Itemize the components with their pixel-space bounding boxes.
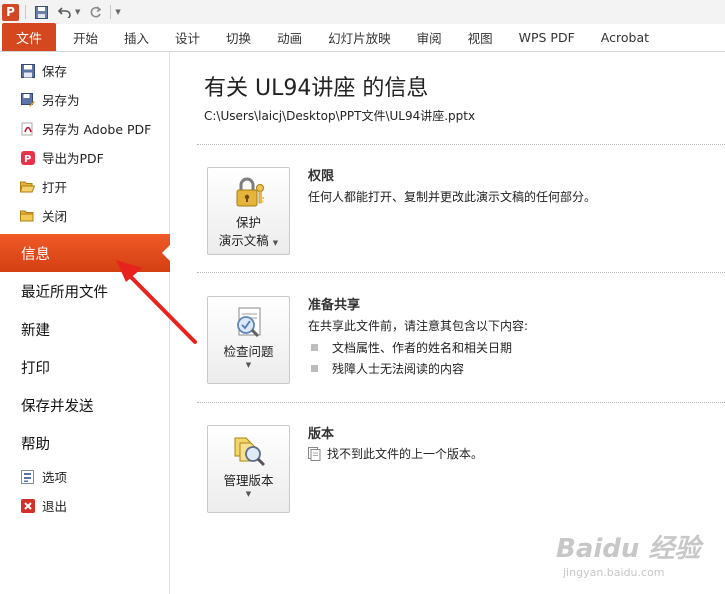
page-title: 有关 UL94讲座 的信息 <box>204 76 429 101</box>
nav-export-pdf[interactable]: P 导出为PDF <box>0 143 169 172</box>
nav-save-as-label: 另存为 <box>42 93 80 108</box>
nav-save-as-adobe-pdf-label: 另存为 Adobe PDF <box>42 122 152 137</box>
svg-text:P: P <box>24 154 31 165</box>
toolbar-divider <box>110 5 112 19</box>
nav-help-label: 帮助 <box>21 436 50 453</box>
sharing-bullet-2: 残障人士无法阅读的内容 <box>332 362 465 376</box>
annotation-arrow-icon <box>116 260 197 344</box>
open-folder-icon <box>20 179 35 194</box>
tab-design[interactable]: 设计 <box>162 23 213 51</box>
section-divider <box>197 144 725 145</box>
inspect-document-icon <box>232 305 266 339</box>
tab-view[interactable]: 视图 <box>455 23 506 51</box>
nav-help[interactable]: 帮助 <box>0 424 169 462</box>
tab-transitions[interactable]: 切换 <box>213 23 264 51</box>
info-panel: 有关 UL94讲座 的信息 C:\Users\laicj\Desktop\PPT… <box>171 52 725 594</box>
versions-text: 找不到此文件的上一个版本。 <box>327 447 484 461</box>
manage-versions-icon <box>232 434 266 468</box>
nav-options-label: 选项 <box>42 470 68 485</box>
sharing-bullet-1: 文档属性、作者的姓名和相关日期 <box>332 341 513 355</box>
nav-recent-label: 最近所用文件 <box>21 284 108 301</box>
tab-insert[interactable]: 插入 <box>111 23 162 51</box>
bullet-icon <box>311 365 318 372</box>
nav-save-label: 保存 <box>42 64 68 79</box>
nav-print[interactable]: 打印 <box>0 348 169 386</box>
versions-heading: 版本 <box>308 427 335 442</box>
redo-icon[interactable] <box>86 3 104 21</box>
protect-presentation-button[interactable]: 保护 演示文稿 ▼ <box>207 167 290 255</box>
check-issues-label: 检查问题 <box>223 344 274 359</box>
chevron-down-icon: ▼ <box>272 239 279 247</box>
tab-animations[interactable]: 动画 <box>264 23 315 51</box>
manage-versions-button[interactable]: 管理版本 ▼ <box>207 425 290 513</box>
nav-export-pdf-label: 导出为PDF <box>42 151 104 166</box>
list-item: 残障人士无法阅读的内容 <box>311 360 464 377</box>
nav-info-label: 信息 <box>21 246 50 263</box>
bullet-icon <box>311 344 318 351</box>
close-folder-icon <box>20 208 35 223</box>
nav-options[interactable]: 选项 <box>0 462 169 491</box>
nav-close-label: 关闭 <box>42 209 68 224</box>
permissions-heading: 权限 <box>308 169 335 184</box>
nav-save-and-send[interactable]: 保存并发送 <box>0 386 169 424</box>
export-pdf-icon: P <box>20 150 35 165</box>
nav-save-and-send-label: 保存并发送 <box>21 398 94 415</box>
permissions-text: 任何人都能打开、复制并更改此演示文稿的任何部分。 <box>308 190 597 204</box>
chevron-down-icon: ▼ <box>245 490 252 498</box>
nav-print-label: 打印 <box>21 360 50 377</box>
nav-open[interactable]: 打开 <box>0 172 169 201</box>
powerpoint-logo-icon[interactable]: P <box>2 3 19 21</box>
nav-new-label: 新建 <box>21 322 50 339</box>
baidu-watermark: Baidu 经验 <box>556 534 701 564</box>
undo-dropdown-icon[interactable]: ▼ <box>75 8 80 16</box>
lock-key-icon <box>232 176 266 210</box>
sharing-heading: 准备共享 <box>308 298 361 313</box>
versions-text-row: 找不到此文件的上一个版本。 <box>308 445 483 462</box>
protect-button-label-line1: 保护 <box>235 215 261 230</box>
nav-save-as[interactable]: 另存为 <box>0 85 169 114</box>
file-path: C:\Users\laicj\Desktop\PPT文件\UL94讲座.pptx <box>204 109 476 123</box>
tab-acrobat[interactable]: Acrobat <box>588 23 662 51</box>
save-icon <box>20 63 35 78</box>
check-for-issues-button[interactable]: 检查问题 ▼ <box>207 296 290 384</box>
nav-save-as-adobe-pdf[interactable]: 另存为 Adobe PDF <box>0 114 169 143</box>
manage-versions-label: 管理版本 <box>223 473 274 488</box>
tab-review[interactable]: 审阅 <box>404 23 455 51</box>
baidu-watermark-url: jingyan.baidu.com <box>563 566 665 579</box>
nav-close[interactable]: 关闭 <box>0 201 169 230</box>
section-divider <box>197 272 725 273</box>
tab-file[interactable]: 文件 <box>2 23 56 51</box>
exit-icon <box>20 498 35 513</box>
protect-button-label-line2-wrap: 演示文稿 ▼ <box>219 232 278 252</box>
save-as-icon <box>20 92 35 107</box>
tab-slideshow[interactable]: 幻灯片放映 <box>315 23 404 51</box>
protect-button-label-line2: 演示文稿 <box>218 233 269 248</box>
nav-exit-label: 退出 <box>42 499 68 514</box>
nav-exit[interactable]: 退出 <box>0 491 169 520</box>
nav-save[interactable]: 保存 <box>0 56 169 85</box>
sharing-text: 在共享此文件前，请注意其包含以下内容: <box>308 319 529 333</box>
tab-wps-pdf[interactable]: WPS PDF <box>506 23 588 51</box>
list-item: 文档属性、作者的姓名和相关日期 <box>311 339 512 356</box>
options-icon <box>20 469 35 484</box>
toolbar-divider <box>25 5 26 19</box>
section-divider <box>197 402 725 403</box>
nav-open-label: 打开 <box>42 180 68 195</box>
undo-icon[interactable] <box>56 3 74 21</box>
tab-home[interactable]: 开始 <box>60 23 111 51</box>
quick-access-toolbar: P ▼ ▼ <box>0 0 725 24</box>
chevron-down-icon: ▼ <box>245 361 252 369</box>
adobe-pdf-icon <box>20 121 35 136</box>
customize-toolbar-icon[interactable]: ▼ <box>115 8 120 16</box>
save-icon[interactable] <box>32 3 50 21</box>
document-icon <box>308 446 321 461</box>
ribbon-tabs: 文件 开始 插入 设计 切换 动画 幻灯片放映 审阅 视图 WPS PDF Ac… <box>0 23 725 52</box>
